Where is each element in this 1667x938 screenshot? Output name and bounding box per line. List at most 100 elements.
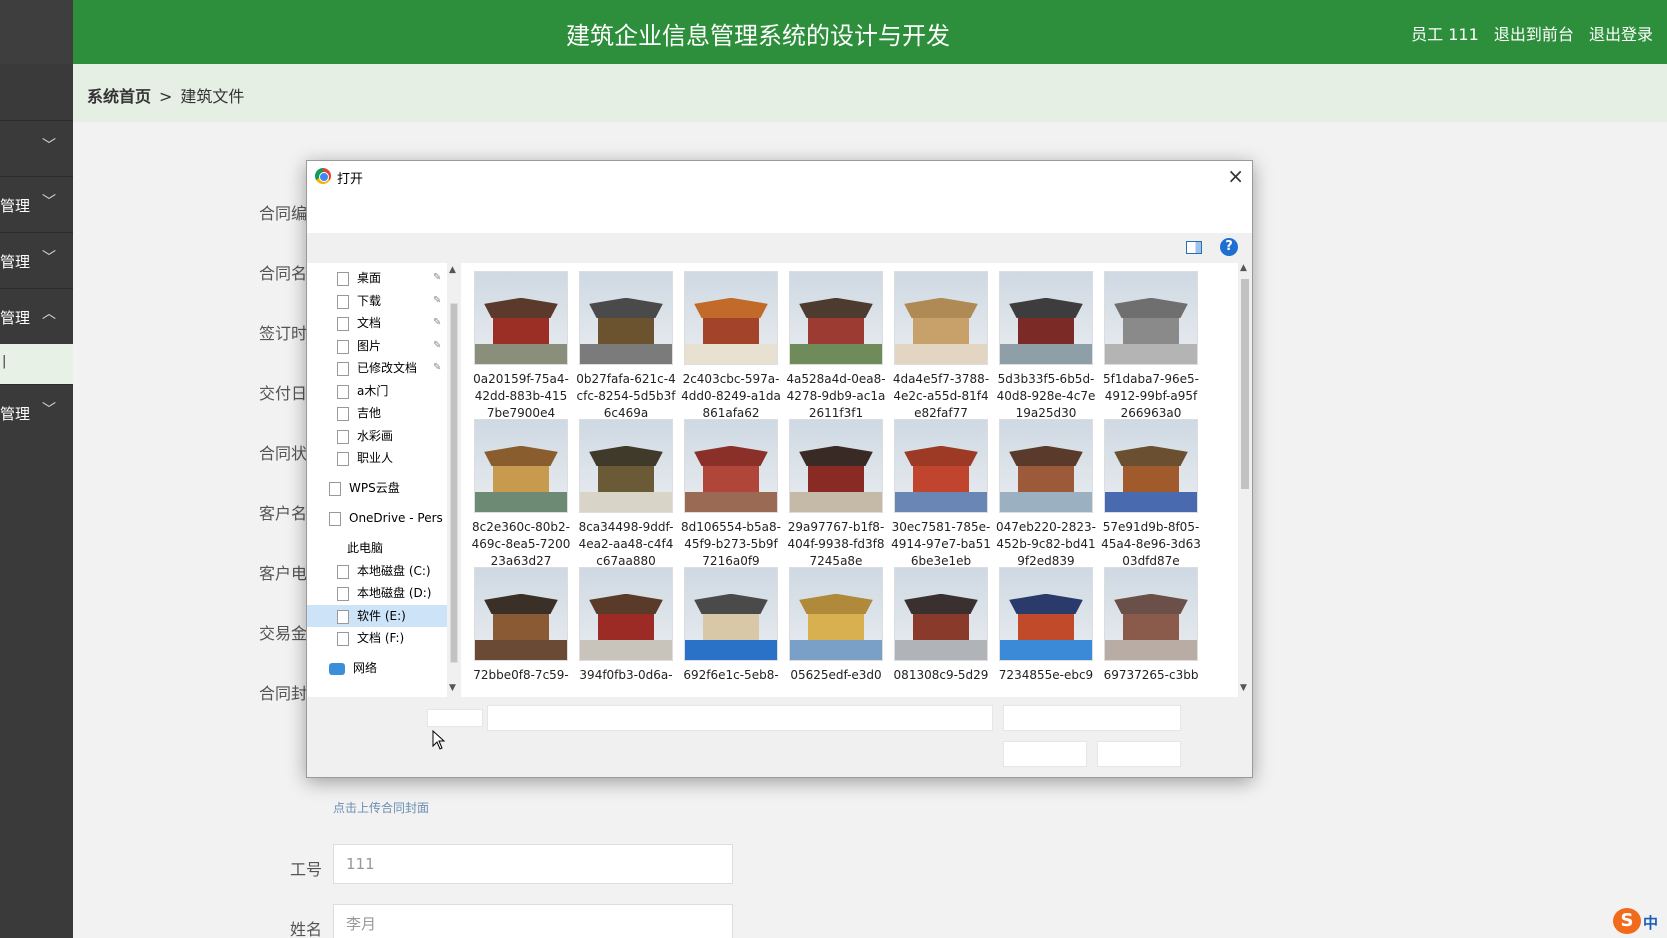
nav-item-label: 职业人 [357, 451, 394, 465]
nav-item[interactable]: 吉他 [337, 402, 381, 424]
nav-item-label: 文档 [357, 316, 382, 330]
top-header: 建筑企业信息管理系统的设计与开发 员工 111 退出到前台 退出登录 [73, 0, 1667, 64]
nav-item[interactable]: 职业人 [337, 447, 393, 469]
nav-item[interactable]: a木门 [337, 380, 388, 402]
sidebar-menu-label: 管理 [0, 309, 31, 327]
help-icon[interactable]: ? [1220, 238, 1238, 256]
mouse-cursor-icon [432, 730, 446, 750]
nav-item[interactable]: 本地磁盘 (D:) [337, 582, 431, 604]
file-name: 05625edf-e3d0 [790, 668, 882, 682]
scrollbar-thumb[interactable] [1241, 279, 1249, 489]
file-tile[interactable]: 4da4e5f7-3788-4e2c-a55d-81f4e82faf77 [891, 271, 991, 422]
nav-item[interactable]: 文档 ✎ [337, 312, 441, 334]
logout-link[interactable]: 退出登录 [1589, 25, 1653, 44]
employee-id-input[interactable]: 111 [333, 844, 733, 884]
nav-item-label: 桌面 [357, 271, 382, 285]
file-thumbnail [579, 419, 673, 513]
filetype-select[interactable] [1003, 705, 1181, 731]
file-thumbnail [474, 271, 568, 365]
file-tile[interactable]: 8d106554-b5a8-45f9-b273-5b9f7216a0f9 [681, 419, 781, 570]
nav-item[interactable]: 桌面 ✎ [337, 267, 441, 289]
file-tile[interactable]: 8c2e360c-80b2-469c-8ea5-720023a63d27 [471, 419, 571, 570]
file-name: 0a20159f-75a4-42dd-883b-4157be7900e4 [473, 372, 569, 420]
sidebar-menu-label: 管理 [0, 253, 31, 271]
nav-item[interactable]: 本地磁盘 (C:) [337, 560, 431, 582]
file-tile[interactable]: 5d3b33f5-6b5d-40d8-928e-4c7e19a25d30 [996, 271, 1096, 422]
file-tile[interactable]: 692f6e1c-5eb8- [681, 567, 781, 684]
file-tile[interactable]: 29a97767-b1f8-404f-9938-fd3f87245a8e [786, 419, 886, 570]
sidebar-submenu-active[interactable]: | [0, 344, 73, 384]
nav-item-label: 文档 (F:) [357, 631, 405, 645]
file-name: 5d3b33f5-6b5d-40d8-928e-4c7e19a25d30 [996, 372, 1096, 420]
file-tile[interactable]: 69737265-c3bb [1101, 567, 1201, 684]
file-tile[interactable]: 0a20159f-75a4-42dd-883b-4157be7900e4 [471, 271, 571, 422]
nav-item[interactable]: 水彩画 [337, 425, 393, 447]
file-thumbnail [789, 271, 883, 365]
file-name: 4a528a4d-0ea8-4278-9db9-ac1a2611f3f1 [786, 372, 886, 420]
file-thumbnail [894, 271, 988, 365]
ime-indicator[interactable]: S 中 [1613, 906, 1663, 936]
nav-item[interactable]: 此电脑 [347, 537, 383, 559]
file-tile[interactable]: 2c403cbc-597a-4dd0-8249-a1da861afa62 [681, 271, 781, 422]
file-tile[interactable]: 8ca34498-9ddf-4ea2-aa48-c4f4c67aa880 [576, 419, 676, 570]
nav-scrollbar[interactable]: ▲ ▼ [447, 263, 461, 697]
nav-item[interactable]: WPS云盘 [329, 477, 400, 499]
scroll-down-icon[interactable]: ▼ [1240, 683, 1247, 693]
file-tile[interactable]: 7234855e-ebc9 [996, 567, 1096, 684]
name-input[interactable]: 李月 [333, 904, 733, 938]
nav-item[interactable]: 网络 [329, 657, 377, 679]
nav-item[interactable]: 下载 ✎ [337, 290, 441, 312]
file-name: 7234855e-ebc9 [998, 668, 1094, 682]
preview-pane-icon[interactable] [1186, 241, 1202, 254]
file-tile[interactable]: 047eb220-2823-452b-9c82-bd419f2ed839 [996, 419, 1096, 570]
pin-icon: ✎ [433, 362, 442, 373]
breadcrumb-home-link[interactable]: 系统首页 [87, 87, 151, 106]
file-tile[interactable]: 081308c9-5d29 [891, 567, 991, 684]
address-bar[interactable] [307, 193, 1252, 233]
cancel-button[interactable] [1097, 741, 1181, 767]
chevron-down-icon: ﹀ [42, 250, 56, 266]
filename-input[interactable] [487, 705, 993, 731]
contract-status-label: 合同状 [259, 444, 308, 463]
scrollbar-thumb[interactable] [450, 303, 458, 663]
scroll-down-icon[interactable]: ▼ [449, 683, 456, 693]
nav-item[interactable]: 图片 ✎ [337, 335, 441, 357]
sidebar-menu-5[interactable]: 管理 ﹀ [0, 384, 73, 440]
file-name: 30ec7581-785e-4914-97e7-ba516be3e1eb [891, 520, 991, 568]
sidebar-menu-1[interactable]: ﹀ [0, 120, 73, 176]
file-thumbnail [1104, 419, 1198, 513]
nav-item[interactable]: 文档 (F:) [337, 627, 404, 649]
open-button[interactable] [1003, 741, 1087, 767]
file-name: 2c403cbc-597a-4dd0-8249-a1da861afa62 [681, 372, 781, 420]
file-tile[interactable]: 05625edf-e3d0 [786, 567, 886, 684]
folder-icon [337, 339, 349, 354]
file-tile[interactable]: 0b27fafa-621c-4cfc-8254-5d5b3f6c469a [576, 271, 676, 422]
exit-to-front-link[interactable]: 退出到前台 [1494, 25, 1574, 44]
filename-label-box [427, 709, 483, 727]
file-open-dialog: 打开 × ? 桌面 ✎ 下载 ✎ 文档 ✎ 图片 ✎ 已修改文档 ✎ a木门 吉他 水彩画 职业人 WPS云… [306, 160, 1253, 778]
sidebar-menu-3[interactable]: 管理 ﹀ [0, 232, 73, 288]
chrome-icon [315, 168, 331, 184]
nav-item[interactable]: 已修改文档 ✎ [337, 357, 441, 379]
sidebar-menu-2[interactable]: 管理 ﹀ [0, 176, 73, 232]
file-thumbnail [579, 271, 673, 365]
file-tile[interactable]: 5f1daba7-96e5-4912-99bf-a95f266963a0 [1101, 271, 1201, 422]
close-icon[interactable]: × [1227, 164, 1244, 188]
nav-item[interactable]: OneDrive - Pers [329, 507, 443, 529]
sidebar-menu-4[interactable]: 管理 ︿ [0, 288, 73, 344]
nav-item[interactable]: 软件 (E:) [307, 605, 447, 627]
contract-no-label: 合同编 [259, 204, 308, 223]
file-thumbnail [999, 567, 1093, 661]
folder-icon [337, 609, 349, 624]
file-name: 394f0fb3-0d6a- [579, 668, 673, 682]
file-tile[interactable]: 394f0fb3-0d6a- [576, 567, 676, 684]
file-grid-scrollbar[interactable]: ▲ ▼ [1238, 263, 1252, 697]
upload-cover-link[interactable]: 点击上传合同封面 [333, 799, 429, 816]
scroll-up-icon[interactable]: ▲ [1240, 263, 1247, 273]
dialog-body: 桌面 ✎ 下载 ✎ 文档 ✎ 图片 ✎ 已修改文档 ✎ a木门 吉他 水彩画 职业人 WPS云盘 OneDri… [307, 263, 1252, 697]
file-tile[interactable]: 30ec7581-785e-4914-97e7-ba516be3e1eb [891, 419, 991, 570]
file-tile[interactable]: 72bbe0f8-7c59- [471, 567, 571, 684]
scroll-up-icon[interactable]: ▲ [449, 265, 456, 275]
file-tile[interactable]: 57e91d9b-8f05-45a4-8e96-3d6303dfd87e [1101, 419, 1201, 570]
file-tile[interactable]: 4a528a4d-0ea8-4278-9db9-ac1a2611f3f1 [786, 271, 886, 422]
